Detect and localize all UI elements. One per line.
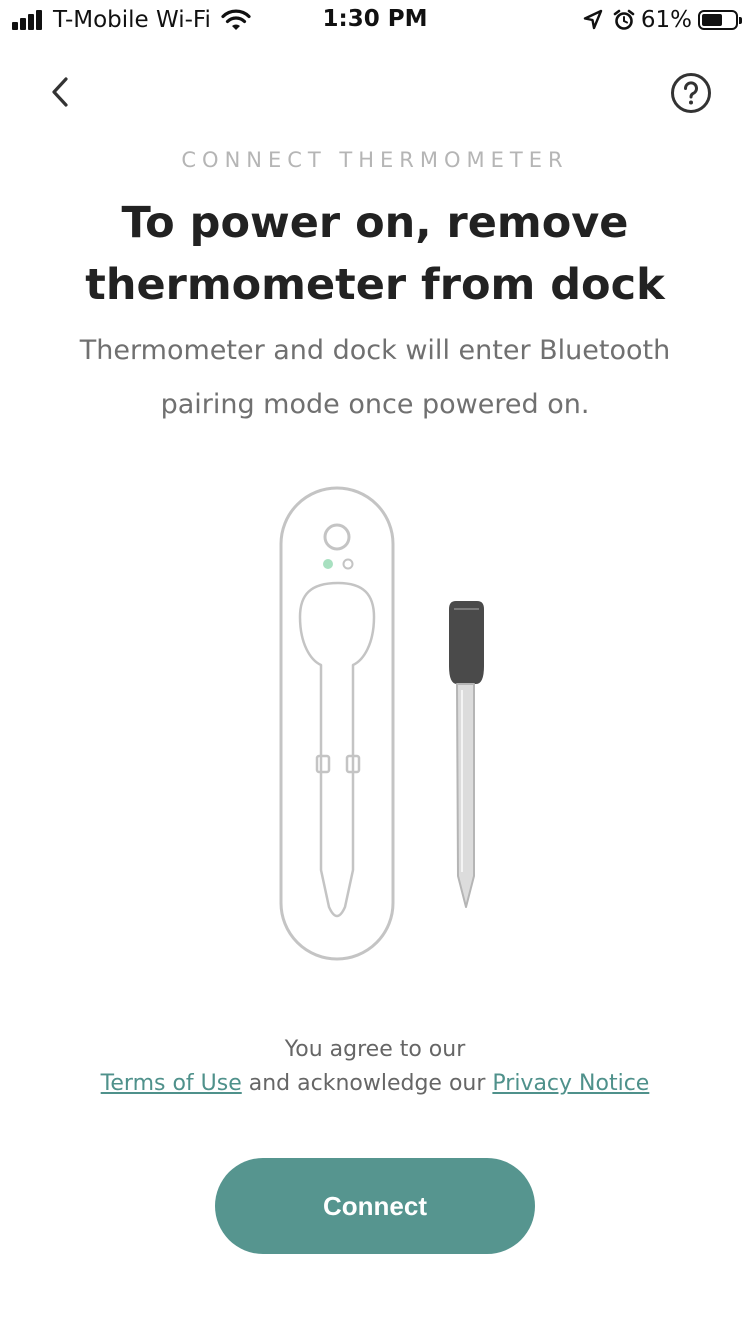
probe-shaft bbox=[456, 683, 475, 908]
legal-text: You agree to our Terms of Use and acknow… bbox=[0, 1033, 750, 1101]
privacy-notice-link[interactable]: Privacy Notice bbox=[492, 1071, 649, 1096]
dock-clip-left bbox=[315, 754, 331, 774]
subtitle: Thermometer and dock will enter Bluetoot… bbox=[79, 335, 671, 420]
dock-probe-slot bbox=[298, 581, 376, 918]
help-button[interactable] bbox=[670, 72, 712, 114]
back-button[interactable] bbox=[40, 70, 80, 114]
led-off-icon bbox=[342, 558, 354, 570]
status-bar: T-Mobile Wi-Fi 1:30 PM 61% bbox=[0, 0, 750, 40]
legal-middle-text: and acknowledge our bbox=[241, 1071, 493, 1096]
battery-icon bbox=[698, 10, 742, 30]
question-circle-icon bbox=[671, 73, 711, 113]
dock-button-icon bbox=[323, 523, 351, 551]
battery-percent: 61% bbox=[640, 7, 692, 33]
location-arrow-icon bbox=[583, 9, 603, 30]
thermometer-dock-illustration bbox=[279, 486, 484, 961]
page-title: To power on, remove thermometer from doc… bbox=[85, 198, 665, 310]
dock-outline bbox=[279, 486, 395, 961]
alarm-icon bbox=[613, 9, 635, 30]
legal-line-2: Terms of Use and acknowledge our Privacy… bbox=[0, 1067, 750, 1101]
terms-of-use-link[interactable]: Terms of Use bbox=[101, 1071, 242, 1096]
status-right: 61% bbox=[583, 6, 742, 34]
legal-line-1: You agree to our bbox=[284, 1037, 466, 1062]
battery-fill bbox=[702, 14, 722, 26]
chevron-left-icon bbox=[52, 77, 68, 107]
connect-button[interactable]: Connect bbox=[215, 1158, 535, 1254]
led-green-icon bbox=[323, 559, 333, 569]
step-label: CONNECT THERMOMETER bbox=[181, 148, 569, 172]
probe-handle bbox=[449, 601, 484, 684]
